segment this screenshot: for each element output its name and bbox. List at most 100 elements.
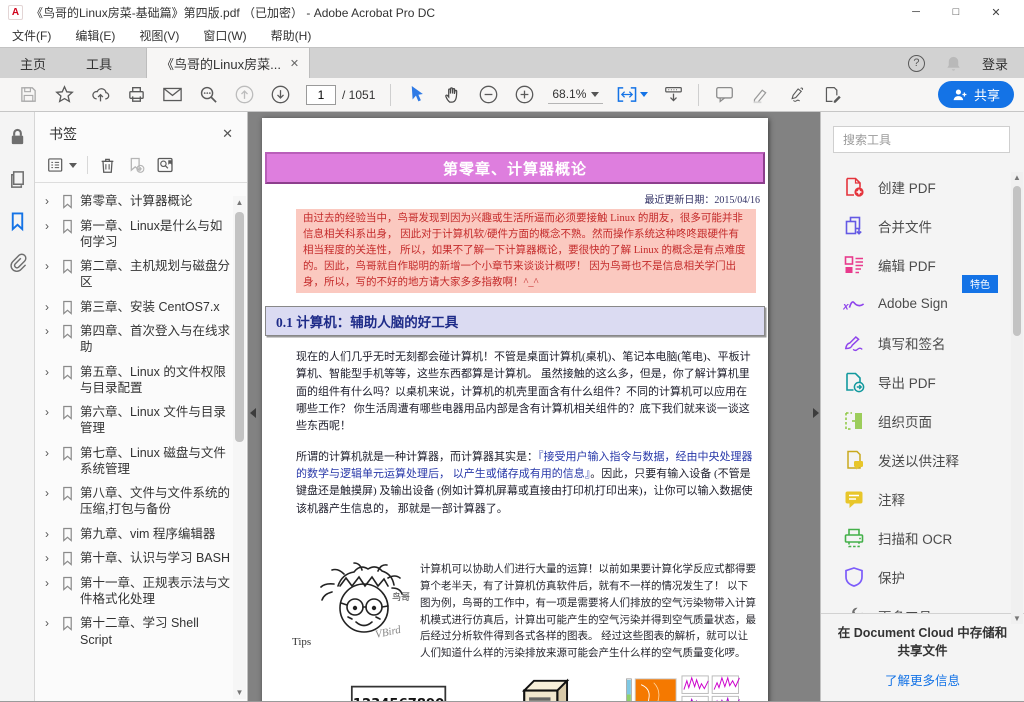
bookmark-item[interactable]: › 第五章、Linux 的文件权限与目录配置 [45,360,231,401]
hand-tool-icon[interactable] [440,82,464,108]
email-icon[interactable] [160,82,184,108]
cloud-upload-icon[interactable] [88,82,112,108]
trash-icon[interactable] [98,156,117,174]
scroll-up-icon[interactable]: ▲ [233,198,246,207]
select-tool-icon[interactable] [404,82,428,108]
tool-item-more-tools[interactable]: 更多工具 [843,596,1024,613]
bookmarks-close-icon[interactable]: ✕ [222,126,233,142]
page-number-input[interactable] [306,85,336,105]
tools-scrollbar[interactable]: ▲ ▼ [1011,172,1023,624]
share-button-label: 共享 [974,85,1000,104]
tool-item-create-pdf[interactable]: 创建 PDF [843,167,1024,206]
search-tools-input[interactable] [833,126,1010,153]
bookmark-item[interactable]: ›第一章、Linux是什么与如何学习 [45,214,231,255]
bell-icon[interactable] [945,55,962,72]
tool-item-protect[interactable]: 保护 [843,557,1024,596]
bookmark-item[interactable]: ›第十二章、学习 Shell Script [45,611,231,652]
minimize-icon[interactable]: ─ [896,1,936,23]
expand-chevron-icon[interactable]: › [45,405,57,421]
attachments-icon[interactable] [6,252,28,274]
reading-mode-icon[interactable] [661,82,685,108]
collapse-left-panel-icon[interactable] [248,400,257,426]
tool-item-export-pdf[interactable]: 导出 PDF [843,362,1024,401]
bookmark-item[interactable]: ›第零章、计算器概论 [45,189,231,214]
page-up-icon[interactable] [232,82,256,108]
menu-item[interactable]: 编辑(E) [75,27,115,44]
expand-chevron-icon[interactable]: › [45,259,57,275]
menu-item[interactable]: 窗口(W) [203,27,246,44]
bookmark-item[interactable]: ›第十一章、正规表示法与文件格式化处理 [45,571,231,612]
comment-tool-icon[interactable] [712,82,736,108]
bookmark-item[interactable]: ›第四章、首次登入与在线求助 [45,319,231,360]
tab-document[interactable]: 《鸟哥的Linux房菜... ✕ [146,48,310,78]
bookmark-item[interactable]: ›第三章、安装 CentOS7.x [45,295,231,320]
menu-item[interactable]: 文件(F) [12,27,51,44]
expand-chevron-icon[interactable]: › [45,365,57,381]
expand-chevron-icon[interactable]: › [45,576,57,592]
expand-chevron-icon[interactable]: › [45,527,57,543]
close-icon[interactable]: ✕ [976,1,1016,23]
page-thumbnails-icon[interactable] [6,168,28,190]
tab-close-icon[interactable]: ✕ [290,57,299,70]
expand-chevron-icon[interactable]: › [45,219,57,235]
expand-chevron-icon[interactable]: › [45,300,57,316]
bookmark-item[interactable]: ›第十章、认识与学习 BASH [45,546,231,571]
add-bookmark-icon[interactable] [127,156,146,174]
sign-in-button[interactable]: 登录 [982,54,1008,73]
tool-item-organize-pages[interactable]: 组织页面 [843,401,1024,440]
zoom-level-dropdown[interactable]: 68.1% [548,85,603,104]
tool-item-combine-files[interactable]: 合并文件 [843,206,1024,245]
expand-chevron-icon[interactable]: › [45,194,57,210]
document-area[interactable]: 第零章、计算器概论 最近更新日期：2015/04/16 由过去的经验当中，鸟哥发… [248,112,820,701]
edit-doc-icon[interactable] [820,82,844,108]
bookmarks-icon[interactable] [6,210,28,232]
bookmark-item[interactable]: ›第七章、Linux 磁盘与文件系统管理 [45,441,231,482]
scroll-up-icon[interactable]: ▲ [1011,173,1023,182]
lock-icon[interactable] [6,126,28,148]
expand-chevron-icon[interactable]: › [45,324,57,340]
tab-home[interactable]: 主页 [0,48,66,78]
menu-item[interactable]: 视图(V) [139,27,179,44]
tips-label: Tips [292,636,311,648]
maximize-icon[interactable]: □ [936,1,976,23]
scroll-down-icon[interactable]: ▼ [1011,614,1023,623]
scrollbar-thumb[interactable] [235,212,244,442]
scrollbar-thumb[interactable] [1013,186,1021,336]
share-button[interactable]: 共享 [938,81,1014,108]
feature-badge: 特色 [962,275,998,293]
tool-item-adobe-sign[interactable]: xAdobe Sign特色 [843,284,1024,323]
tool-item-send-for-comments[interactable]: 发送以供注释 [843,440,1024,479]
print-icon[interactable] [124,82,148,108]
tool-item-scan-ocr[interactable]: 扫描和 OCR [843,518,1024,557]
save-icon[interactable] [16,82,40,108]
tab-tools[interactable]: 工具 [66,48,132,78]
tool-item-comment[interactable]: 注释 [843,479,1024,518]
search-icon[interactable] [196,82,220,108]
bookmark-item[interactable]: ›第八章、文件与文件系统的压缩,打包与备份 [45,481,231,522]
find-bookmark-icon[interactable] [156,156,175,174]
tool-item-fill-sign[interactable]: 填写和签名 [843,323,1024,362]
expand-chevron-icon[interactable]: › [45,551,57,567]
expand-chevron-icon[interactable]: › [45,446,57,462]
collapse-right-panel-icon[interactable] [811,400,820,426]
bookmarks-scrollbar[interactable]: ▲ ▼ [233,196,246,699]
zoom-out-icon[interactable] [476,82,500,108]
zoom-in-icon[interactable] [512,82,536,108]
scroll-down-icon[interactable]: ▼ [233,688,246,697]
help-icon[interactable]: ? [908,55,925,72]
page-down-icon[interactable] [268,82,292,108]
options-list-icon[interactable] [47,156,77,174]
fit-width-icon[interactable] [615,82,649,108]
learn-more-link[interactable]: 了解更多信息 [885,670,960,689]
star-icon[interactable] [52,82,76,108]
bookmark-item[interactable]: ›第二章、主机规划与磁盘分区 [45,254,231,295]
highlight-tool-icon[interactable] [748,82,772,108]
bookmark-item[interactable]: ›第六章、Linux 文件与目录管理 [45,400,231,441]
bookmark-item[interactable]: ›第九章、vim 程序编辑器 [45,522,231,547]
sign-tool-icon[interactable] [784,82,808,108]
expand-chevron-icon[interactable]: › [45,486,57,502]
document-cloud-text: 在 Document Cloud 中存储和共享文件 [835,624,1010,660]
bookmark-label: 第五章、Linux 的文件权限与目录配置 [80,364,231,397]
expand-chevron-icon[interactable]: › [45,616,57,632]
menu-item[interactable]: 帮助(H) [271,27,312,44]
